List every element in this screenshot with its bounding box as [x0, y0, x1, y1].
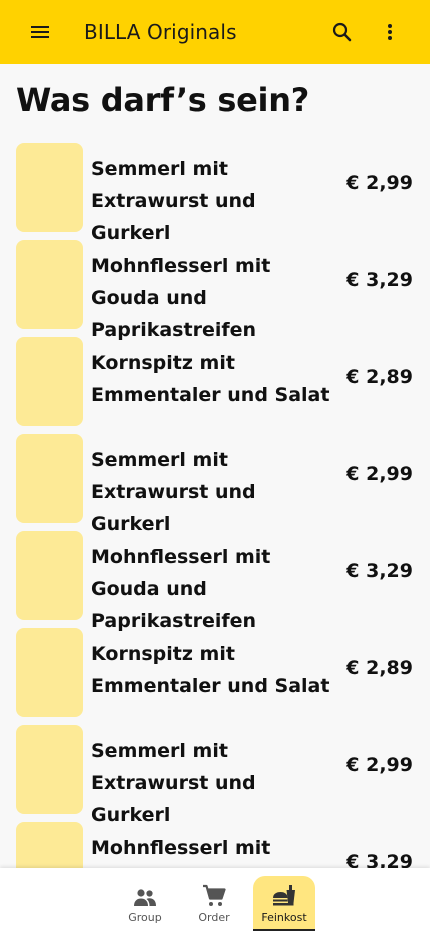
- product-list: Semmerl mit Extrawurst und Gurkerl € 2,9…: [0, 143, 430, 868]
- group-icon: [134, 889, 156, 906]
- product-thumbnail: [16, 143, 83, 232]
- more-options-button[interactable]: [366, 8, 414, 56]
- list-item[interactable]: Mohnflesserl mit Gouda und Paprikastreif…: [0, 531, 430, 632]
- product-name: Semmerl mit Extrawurst und Gurkerl: [91, 158, 256, 244]
- list-item[interactable]: Mohnflesserl mit Gouda und Paprikastreif…: [0, 240, 430, 341]
- menu-button[interactable]: [16, 8, 64, 56]
- product-name: Kornspitz mit Emmentaler und Salat: [91, 643, 330, 697]
- product-price: € 2,99: [346, 754, 413, 776]
- search-icon: [332, 22, 352, 42]
- app-title: BILLA Originals: [84, 20, 237, 44]
- list-item[interactable]: Semmerl mit Extrawurst und Gurkerl € 2,9…: [0, 725, 430, 826]
- nav-label-group: Group: [128, 911, 162, 924]
- product-name: Semmerl mit Extrawurst und Gurkerl: [91, 449, 256, 535]
- product-price: € 2,89: [346, 657, 413, 679]
- nav-label-order: Order: [198, 911, 230, 924]
- menu-icon: [31, 26, 49, 38]
- product-price: € 2,99: [346, 172, 413, 194]
- app-root: BILLA Originals Was darf’s sein? Semmerl…: [0, 0, 430, 932]
- product-thumbnail: [16, 240, 83, 329]
- product-price: € 3,29: [346, 560, 413, 582]
- food-icon: [273, 885, 295, 906]
- nav-item-order[interactable]: Order: [183, 876, 245, 932]
- search-button[interactable]: [318, 8, 366, 56]
- list-item[interactable]: Kornspitz mit Emmentaler und Salat € 2,8…: [0, 628, 430, 717]
- product-name: Mohnflesserl mit Gouda und Paprikastreif…: [91, 255, 271, 341]
- product-name: Mohnflesserl mit Gouda und Paprikastreif…: [91, 546, 271, 632]
- list-item[interactable]: Kornspitz mit Emmentaler und Salat € 2,8…: [0, 337, 430, 426]
- product-thumbnail: [16, 531, 83, 620]
- bottom-navigation: Group Order Feinkost: [0, 868, 430, 932]
- product-name: Kornspitz mit Emmentaler und Salat: [91, 352, 330, 406]
- product-price: € 2,89: [346, 366, 413, 388]
- top-app-bar: BILLA Originals: [0, 0, 430, 64]
- product-name: Semmerl mit Extrawurst und Gurkerl: [91, 740, 256, 826]
- nav-label-feinkost: Feinkost: [261, 911, 307, 924]
- more-vert-icon: [388, 24, 392, 40]
- product-price: € 3,29: [346, 851, 413, 868]
- product-thumbnail: [16, 628, 83, 717]
- product-thumbnail: [16, 337, 83, 426]
- cart-icon: [203, 884, 226, 906]
- page-title: Was darf’s sein?: [16, 81, 309, 119]
- list-item[interactable]: Semmerl mit Extrawurst und Gurkerl € 2,9…: [0, 143, 430, 244]
- product-price: € 2,99: [346, 463, 413, 485]
- product-price: € 3,29: [346, 269, 413, 291]
- product-thumbnail: [16, 725, 83, 814]
- list-item[interactable]: Mohnflesserl mit Gouda und Paprikastreif…: [0, 822, 430, 868]
- product-thumbnail: [16, 434, 83, 523]
- content-area[interactable]: Was darf’s sein? Semmerl mit Extrawurst …: [0, 64, 430, 868]
- product-name: Mohnflesserl mit Gouda und Paprikastreif…: [91, 837, 271, 859]
- nav-item-group[interactable]: Group: [114, 876, 176, 932]
- list-item[interactable]: Semmerl mit Extrawurst und Gurkerl € 2,9…: [0, 434, 430, 535]
- product-thumbnail: [16, 822, 83, 868]
- nav-item-feinkost[interactable]: Feinkost: [253, 876, 315, 932]
